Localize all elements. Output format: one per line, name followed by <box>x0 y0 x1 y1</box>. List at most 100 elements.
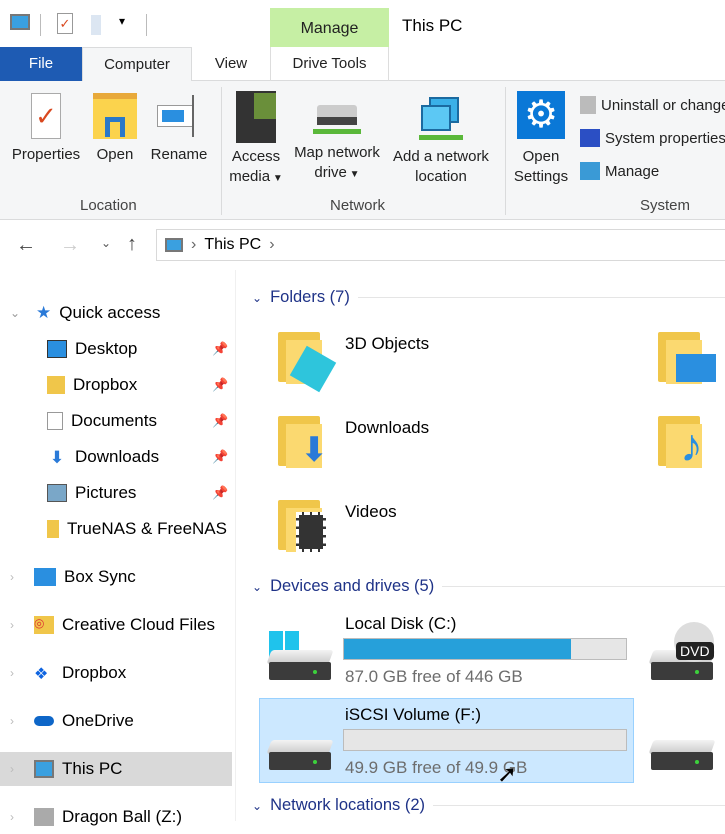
section-title: Network locations (2) <box>270 796 426 814</box>
3d-objects-folder-icon[interactable] <box>278 328 337 393</box>
expand-chevron-icon[interactable]: › <box>10 618 14 632</box>
forward-button[interactable]: → <box>60 234 80 257</box>
pin-icon[interactable]: 📌 <box>212 485 228 501</box>
expand-chevron-icon[interactable]: › <box>10 810 14 824</box>
section-title: Folders (7) <box>270 288 350 306</box>
open-settings-button[interactable]: ⚙ Open Settings <box>512 91 570 187</box>
nav-documents[interactable]: Documents 📌 <box>47 404 279 438</box>
dropdown-arrow-icon: ▼ <box>270 173 283 184</box>
nav-onedrive[interactable]: › OneDrive <box>0 704 232 738</box>
mouse-cursor-icon: ➚ <box>497 761 518 788</box>
folder-downloads[interactable]: Downloads <box>345 418 429 438</box>
star-icon: ★ <box>36 303 52 322</box>
expand-chevron-icon[interactable]: ⌄ <box>10 306 20 320</box>
this-pc-icon <box>34 760 54 778</box>
section-title: Devices and drives (5) <box>270 577 435 595</box>
nav-label: Desktop <box>75 339 138 358</box>
nav-downloads[interactable]: ⬇ Downloads 📌 <box>47 440 279 474</box>
folder-videos[interactable]: Videos <box>345 502 397 522</box>
collapse-chevron-icon[interactable]: ⌄ <box>252 799 262 813</box>
properties-label: Properties <box>11 146 81 163</box>
settings-gear-icon: ⚙ <box>517 91 565 139</box>
videos-folder-icon[interactable] <box>278 496 328 552</box>
group-location-label: Location <box>80 197 137 214</box>
folder-3d-objects[interactable]: 3D Objects <box>345 334 429 354</box>
rename-button[interactable]: Rename <box>148 93 210 165</box>
up-button[interactable]: ↑ <box>127 233 137 256</box>
hard-drive-icon <box>266 740 334 770</box>
network-location-icon <box>419 95 463 141</box>
properties-qat-icon[interactable]: ✓ <box>57 13 73 34</box>
access-media-button[interactable]: Access media ▼ <box>228 91 284 189</box>
this-pc-icon <box>165 238 183 252</box>
drive-name: iSCSI Volume (F:) <box>345 705 482 724</box>
nav-dragon-ball-drive[interactable]: › Dragon Ball (Z:) <box>0 800 232 834</box>
network-locations-section-header[interactable]: ⌄ Network locations (2) <box>252 796 725 815</box>
divider <box>146 14 147 36</box>
address-bar[interactable]: › This PC › <box>156 229 725 261</box>
tab-view[interactable]: View <box>192 47 270 81</box>
divider <box>505 87 506 215</box>
recent-locations-chevron-icon[interactable]: ⌄ <box>101 236 111 250</box>
pin-icon[interactable]: 📌 <box>212 341 228 357</box>
computer-management-icon <box>580 162 600 180</box>
manage-context-tab[interactable]: Manage <box>270 8 389 47</box>
breadcrumb-chevron-icon[interactable]: › <box>269 236 274 254</box>
map-network-drive-button[interactable]: Map network drive ▼ <box>289 101 385 185</box>
drive-usage-fill <box>344 639 571 659</box>
customize-qat-chevron-icon[interactable]: ▾ <box>119 14 125 28</box>
properties-button[interactable]: ✓ Properties <box>8 93 84 165</box>
pin-icon[interactable]: 📌 <box>212 413 228 429</box>
nav-label: Dropbox <box>62 663 127 682</box>
navigation-pane: ⌄ ★ Quick access Desktop 📌 Dropbox 📌 Documen… <box>0 290 235 826</box>
media-server-icon <box>236 91 276 143</box>
nav-truenas[interactable]: TrueNAS & FreeNAS <box>47 512 279 546</box>
uninstall-icon <box>580 96 596 114</box>
expand-chevron-icon[interactable]: › <box>10 666 14 680</box>
pictures-icon <box>47 484 67 502</box>
nav-quick-access[interactable]: ⌄ ★ Quick access <box>0 296 232 330</box>
expand-chevron-icon[interactable]: › <box>10 762 14 776</box>
collapse-chevron-icon[interactable]: ⌄ <box>252 291 262 305</box>
open-settings-label-2: Settings <box>513 168 569 185</box>
pin-icon[interactable]: 📌 <box>212 377 228 393</box>
add-network-location-button[interactable]: Add a network location <box>388 95 494 187</box>
folders-section-header[interactable]: ⌄ Folders (7) <box>252 288 725 307</box>
system-properties-button[interactable]: System properties <box>580 129 725 147</box>
breadcrumb-this-pc[interactable]: This PC <box>204 236 261 254</box>
desktop-folder-icon[interactable] <box>658 328 716 384</box>
drive-usage-bar <box>343 638 627 660</box>
nav-dropbox-pinned[interactable]: Dropbox 📌 <box>47 368 279 402</box>
nav-pictures[interactable]: Pictures 📌 <box>47 476 279 510</box>
tab-computer[interactable]: Computer <box>82 47 192 82</box>
ribbon-tabs: File Computer View Drive Tools <box>0 47 725 82</box>
nav-desktop[interactable]: Desktop 📌 <box>47 332 279 366</box>
manage-label: Manage <box>605 162 660 180</box>
devices-section-header[interactable]: ⌄ Devices and drives (5) <box>252 577 725 596</box>
music-folder-icon[interactable]: ♪ <box>658 412 708 471</box>
hard-drive-icon[interactable] <box>648 740 716 770</box>
expand-chevron-icon[interactable]: › <box>10 714 14 728</box>
nav-dropbox[interactable]: › ❖ Dropbox <box>0 656 232 690</box>
nav-box-sync[interactable]: › Box Sync <box>0 560 232 594</box>
pane-divider <box>235 270 236 821</box>
breadcrumb-separator-icon: › <box>191 236 197 253</box>
pin-icon[interactable]: 📌 <box>212 449 228 465</box>
tab-drive-tools[interactable]: Drive Tools <box>270 47 389 81</box>
downloads-folder-icon[interactable]: ⬇ <box>278 412 329 469</box>
system-properties-icon <box>580 129 600 147</box>
box-icon <box>34 568 56 586</box>
back-button[interactable]: ← <box>16 234 36 257</box>
nav-creative-cloud[interactable]: › ◎ Creative Cloud Files <box>0 608 232 642</box>
tab-file[interactable]: File <box>0 47 82 81</box>
uninstall-program-button[interactable]: Uninstall or change <box>580 96 725 114</box>
nav-this-pc[interactable]: › This PC <box>0 752 232 786</box>
expand-chevron-icon[interactable]: › <box>10 570 14 584</box>
drive-name: Local Disk (C:) <box>345 614 457 633</box>
open-button[interactable]: Open <box>90 93 140 165</box>
collapse-chevron-icon[interactable]: ⌄ <box>252 580 262 594</box>
manage-button[interactable]: Manage <box>580 162 659 180</box>
nav-label: Quick access <box>59 303 161 322</box>
nav-label: Downloads <box>75 447 160 466</box>
new-folder-qat-icon[interactable] <box>91 15 101 35</box>
